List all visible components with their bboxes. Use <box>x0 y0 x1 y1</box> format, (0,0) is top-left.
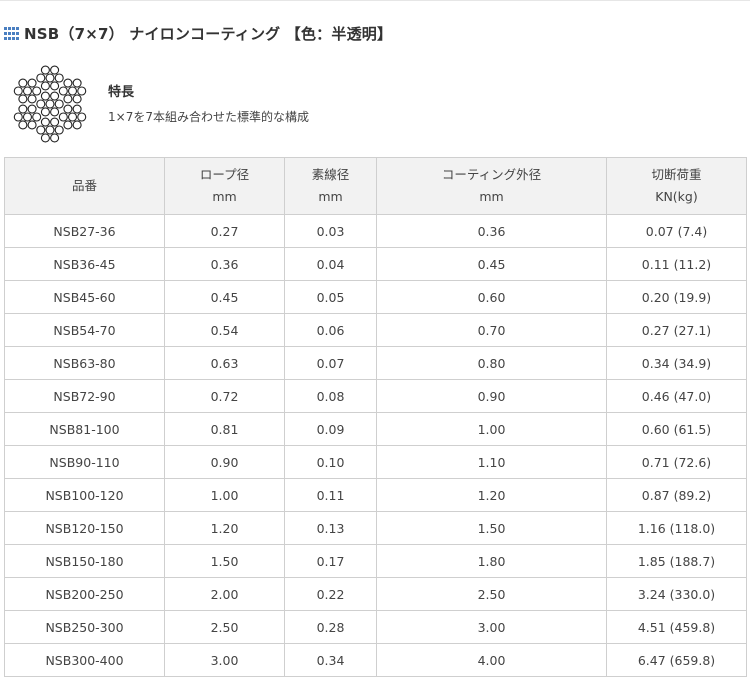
part-number-cell: NSB81-100 <box>4 412 165 446</box>
table-cell: 0.45 <box>164 280 285 314</box>
table-cell: 0.36 <box>376 214 607 248</box>
table-cell: 0.13 <box>284 511 377 545</box>
table-cell: 1.20 <box>376 478 607 512</box>
table-cell: 1.80 <box>376 544 607 578</box>
table-row: NSB90-110 0.90 0.10 1.10 0.71 (72.6) <box>4 445 747 479</box>
column-header: コーティング外径 mm <box>376 157 607 215</box>
part-number-cell: NSB150-180 <box>4 544 165 578</box>
table-cell: 0.06 <box>284 313 377 347</box>
table-cell: 1.85 (188.7) <box>606 544 747 578</box>
grid-icon <box>4 26 19 40</box>
table-cell: 6.47 (659.8) <box>606 643 747 677</box>
section-header: NSB（7×7） ナイロンコーティング 【色：半透明】 <box>4 22 392 44</box>
table-cell: 0.04 <box>284 247 377 281</box>
table-cell: 0.10 <box>284 445 377 479</box>
table-cell: 0.22 <box>284 577 377 611</box>
table-cell: 0.70 <box>376 313 607 347</box>
table-cell: 0.60 <box>376 280 607 314</box>
table-cell: 0.27 <box>164 214 285 248</box>
part-number-cell: NSB200-250 <box>4 577 165 611</box>
table-row: NSB100-120 1.00 0.11 1.20 0.87 (89.2) <box>4 478 747 512</box>
part-number-cell: NSB27-36 <box>4 214 165 248</box>
column-header: 素線径 mm <box>284 157 377 215</box>
spec-table: 品番 ロープ径 mm 素線径 mm コーティング外径 mm 切断荷重 KN(kg) NS… <box>4 157 747 677</box>
table-cell: 0.09 <box>284 412 377 446</box>
column-header: ロープ径 mm <box>164 157 285 215</box>
table-cell: 0.03 <box>284 214 377 248</box>
column-header: 品番 <box>4 157 165 215</box>
table-cell: 1.50 <box>376 511 607 545</box>
table-cell: 0.72 <box>164 379 285 413</box>
table-row: NSB27-36 0.27 0.03 0.36 0.07 (7.4) <box>4 214 747 248</box>
table-cell: 0.11 <box>284 478 377 512</box>
table-cell: 0.36 <box>164 247 285 281</box>
table-cell: 0.87 (89.2) <box>606 478 747 512</box>
table-cell: 2.00 <box>164 577 285 611</box>
part-number-cell: NSB36-45 <box>4 247 165 281</box>
part-number-cell: NSB63-80 <box>4 346 165 380</box>
table-cell: 0.63 <box>164 346 285 380</box>
table-cell: 0.45 <box>376 247 607 281</box>
table-cell: 2.50 <box>164 610 285 644</box>
table-cell: 0.34 <box>284 643 377 677</box>
table-cell: 0.07 (7.4) <box>606 214 747 248</box>
table-cell: 0.80 <box>376 346 607 380</box>
table-cell: 3.00 <box>376 610 607 644</box>
table-cell: 0.54 <box>164 313 285 347</box>
table-row: NSB150-180 1.50 0.17 1.80 1.85 (188.7) <box>4 544 747 578</box>
table-cell: 0.90 <box>164 445 285 479</box>
feature-description: 1×7を7本組み合わせた標準的な構成 <box>108 110 309 124</box>
table-row: NSB300-400 3.00 0.34 4.00 6.47 (659.8) <box>4 643 747 677</box>
table-cell: 4.51 (459.8) <box>606 610 747 644</box>
table-cell: 2.50 <box>376 577 607 611</box>
table-cell: 1.00 <box>164 478 285 512</box>
part-number-cell: NSB100-120 <box>4 478 165 512</box>
table-cell: 0.46 (47.0) <box>606 379 747 413</box>
table-row: NSB250-300 2.50 0.28 3.00 4.51 (459.8) <box>4 610 747 644</box>
table-cell: 0.07 <box>284 346 377 380</box>
table-row: NSB54-70 0.54 0.06 0.70 0.27 (27.1) <box>4 313 747 347</box>
table-cell: 0.71 (72.6) <box>606 445 747 479</box>
table-header-row: 品番 ロープ径 mm 素線径 mm コーティング外径 mm 切断荷重 KN(kg) <box>4 157 747 215</box>
table-cell: 0.34 (34.9) <box>606 346 747 380</box>
table-row: NSB63-80 0.63 0.07 0.80 0.34 (34.9) <box>4 346 747 380</box>
part-number-cell: NSB250-300 <box>4 610 165 644</box>
top-divider <box>0 0 750 1</box>
table-cell: 0.20 (19.9) <box>606 280 747 314</box>
table-cell: 0.11 (11.2) <box>606 247 747 281</box>
table-row: NSB200-250 2.00 0.22 2.50 3.24 (330.0) <box>4 577 747 611</box>
table-cell: 0.60 (61.5) <box>606 412 747 446</box>
table-cell: 1.16 (118.0) <box>606 511 747 545</box>
table-row: NSB81-100 0.81 0.09 1.00 0.60 (61.5) <box>4 412 747 446</box>
column-header: 切断荷重 KN(kg) <box>606 157 747 215</box>
feature-title: 特長 <box>108 85 135 100</box>
part-number-cell: NSB45-60 <box>4 280 165 314</box>
page-title: NSB（7×7） ナイロンコーティング 【色：半透明】 <box>24 24 393 43</box>
table-cell: 1.00 <box>376 412 607 446</box>
table-cell: 1.50 <box>164 544 285 578</box>
table-cell: 1.20 <box>164 511 285 545</box>
part-number-cell: NSB300-400 <box>4 643 165 677</box>
table-cell: 0.28 <box>284 610 377 644</box>
table-cell: 3.00 <box>164 643 285 677</box>
part-number-cell: NSB90-110 <box>4 445 165 479</box>
table-cell: 0.17 <box>284 544 377 578</box>
table-row: NSB45-60 0.45 0.05 0.60 0.20 (19.9) <box>4 280 747 314</box>
part-number-cell: NSB72-90 <box>4 379 165 413</box>
part-number-cell: NSB54-70 <box>4 313 165 347</box>
table-cell: 0.05 <box>284 280 377 314</box>
table-cell: 0.81 <box>164 412 285 446</box>
table-cell: 0.90 <box>376 379 607 413</box>
wire-rope-cross-section-icon <box>13 65 87 143</box>
table-row: NSB72-90 0.72 0.08 0.90 0.46 (47.0) <box>4 379 747 413</box>
table-cell: 4.00 <box>376 643 607 677</box>
table-row: NSB36-45 0.36 0.04 0.45 0.11 (11.2) <box>4 247 747 281</box>
part-number-cell: NSB120-150 <box>4 511 165 545</box>
table-cell: 3.24 (330.0) <box>606 577 747 611</box>
table-cell: 0.27 (27.1) <box>606 313 747 347</box>
table-cell: 0.08 <box>284 379 377 413</box>
table-row: NSB120-150 1.20 0.13 1.50 1.16 (118.0) <box>4 511 747 545</box>
table-cell: 1.10 <box>376 445 607 479</box>
